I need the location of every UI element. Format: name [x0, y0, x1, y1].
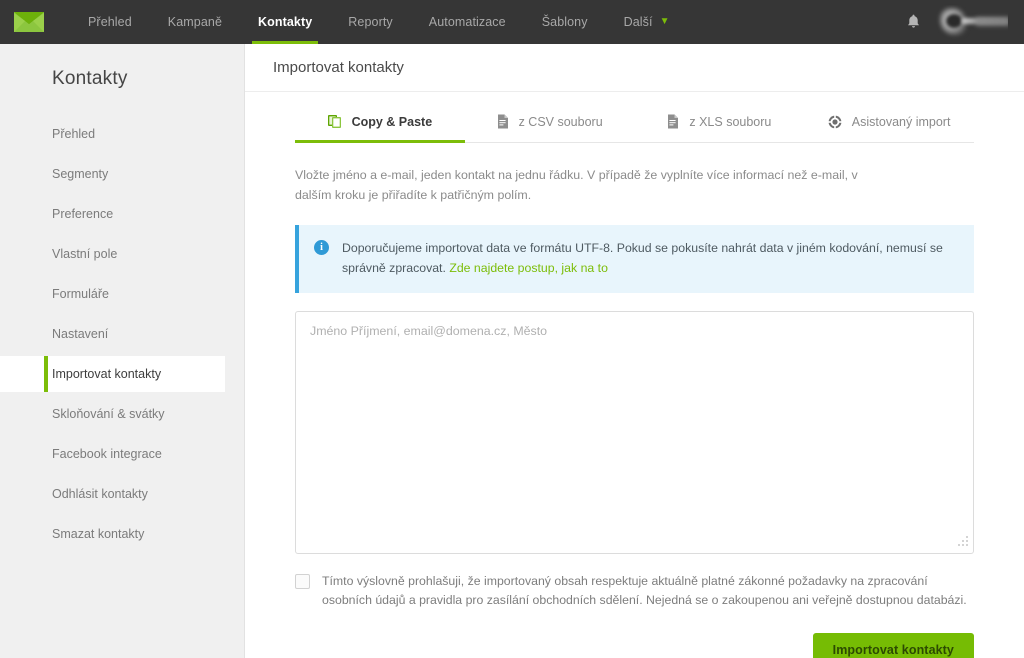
primary-nav: Přehled Kampaně Kontakty Reporty Automat…: [70, 0, 688, 44]
sidebar-item-label: Skloňování & svátky: [52, 407, 165, 421]
sidebar-item-odhlasit-kontakty[interactable]: Odhlásit kontakty: [0, 476, 244, 512]
sidebar-title: Kontakty: [52, 68, 128, 89]
import-panel: Copy & Paste z CSV souboru z XLS souboru…: [245, 110, 1024, 658]
sidebar-item-facebook-integrace[interactable]: Facebook integrace: [0, 436, 244, 472]
sidebar-item-label: Preference: [52, 207, 114, 221]
main-header: Importovat kontakty: [245, 44, 1024, 92]
sidebar: Kontakty Přehled Segmenty Preference Vla…: [0, 44, 245, 658]
info-box-message: Doporučujeme importovat data ve formátu …: [342, 241, 943, 276]
sidebar-item-nastaveni[interactable]: Nastavení: [0, 316, 244, 352]
sidebar-item-label: Odhlásit kontakty: [52, 487, 148, 501]
tab-assisted-import[interactable]: Asistovaný import: [804, 110, 974, 142]
user-avatar-icon[interactable]: [936, 5, 1008, 39]
tab-copy-paste[interactable]: Copy & Paste: [295, 110, 465, 143]
sidebar-item-sklonovani-svatky[interactable]: Skloňování & svátky: [0, 396, 244, 432]
info-circle-icon: i: [314, 240, 329, 256]
nav-item-label: Reporty: [348, 15, 393, 29]
import-contacts-button[interactable]: Importovat kontakty: [812, 632, 974, 658]
encoding-info-box: i Doporučujeme importovat data ve formát…: [295, 225, 974, 293]
sidebar-item-importovat-kontakty[interactable]: Importovat kontakty: [0, 356, 225, 392]
sidebar-item-label: Importovat kontakty: [52, 367, 162, 381]
nav-item-dalsi[interactable]: Další ▼: [606, 0, 688, 44]
tab-label: z XLS souboru: [689, 114, 772, 129]
encoding-howto-link[interactable]: Zde najdete postup, jak na to: [449, 261, 608, 275]
sidebar-item-segmenty[interactable]: Segmenty: [0, 156, 244, 192]
chevron-down-icon: ▼: [659, 16, 670, 27]
nav-item-label: Další: [623, 15, 653, 29]
page-title: Importovat kontakty: [273, 59, 404, 76]
info-box-text: Doporučujeme importovat data ve formátu …: [342, 239, 958, 279]
nav-item-label: Přehled: [88, 15, 132, 29]
sidebar-item-label: Formuláře: [52, 287, 109, 301]
nav-item-reporty[interactable]: Reporty: [330, 0, 410, 44]
paste-area-wrapper: [295, 311, 974, 554]
form-actions: Importovat kontakty: [295, 632, 974, 658]
tab-label: Copy & Paste: [351, 114, 433, 129]
sidebar-menu: Přehled Segmenty Preference Vlastní pole…: [0, 116, 244, 552]
csv-file-icon: [497, 114, 509, 129]
nav-item-sablony[interactable]: Šablony: [524, 0, 606, 44]
nav-item-label: Automatizace: [428, 15, 506, 29]
nav-item-kampane[interactable]: Kampaně: [150, 0, 240, 44]
tab-csv-file[interactable]: z CSV souboru: [465, 110, 635, 142]
nav-item-kontakty[interactable]: Kontakty: [240, 0, 330, 44]
consent-label: Tímto výslovně prohlašuji, že importovan…: [322, 574, 967, 608]
sidebar-item-vlastni-pole[interactable]: Vlastní pole: [0, 236, 244, 272]
consent-row: Tímto výslovně prohlašuji, že importovan…: [295, 572, 974, 611]
nav-item-label: Šablony: [541, 15, 588, 29]
main-content: Importovat kontakty Copy & Paste z CSV s…: [245, 44, 1024, 658]
xls-file-icon: [667, 114, 679, 129]
nav-item-label: Kampaně: [167, 15, 223, 29]
sidebar-item-label: Vlastní pole: [52, 247, 118, 261]
import-method-tabs: Copy & Paste z CSV souboru z XLS souboru…: [295, 110, 974, 143]
sidebar-item-label: Přehled: [52, 127, 96, 141]
top-navigation-bar: Přehled Kampaně Kontakty Reporty Automat…: [0, 0, 1024, 44]
sidebar-item-prehled[interactable]: Přehled: [0, 116, 244, 152]
sidebar-item-label: Nastavení: [52, 327, 109, 341]
notification-bell-icon[interactable]: [907, 14, 920, 31]
assisted-import-icon: [827, 114, 842, 129]
nav-item-automatizace[interactable]: Automatizace: [411, 0, 524, 44]
sidebar-item-label: Segmenty: [52, 167, 109, 181]
tab-xls-file[interactable]: z XLS souboru: [635, 110, 805, 142]
sidebar-item-formulare[interactable]: Formuláře: [0, 276, 244, 312]
tab-label: Asistovaný import: [851, 114, 951, 129]
sidebar-item-preference[interactable]: Preference: [0, 196, 244, 232]
sidebar-item-label: Smazat kontakty: [52, 527, 145, 541]
tab-label: z CSV souboru: [518, 114, 603, 129]
import-instructions: Vložte jméno a e-mail, jeden kontakt na …: [295, 168, 858, 203]
page-body: Kontakty Přehled Segmenty Preference Vla…: [0, 44, 1024, 658]
envelope-logo-icon[interactable]: [14, 12, 44, 32]
copy-paste-icon: [327, 114, 342, 129]
sidebar-item-smazat-kontakty[interactable]: Smazat kontakty: [0, 516, 244, 552]
sidebar-item-label: Facebook integrace: [52, 447, 162, 461]
nav-right-cluster: [907, 5, 1010, 39]
nav-item-prehled[interactable]: Přehled: [70, 0, 150, 44]
consent-checkbox[interactable]: [295, 574, 310, 589]
contacts-paste-textarea[interactable]: [295, 311, 974, 554]
nav-item-label: Kontakty: [258, 15, 313, 29]
